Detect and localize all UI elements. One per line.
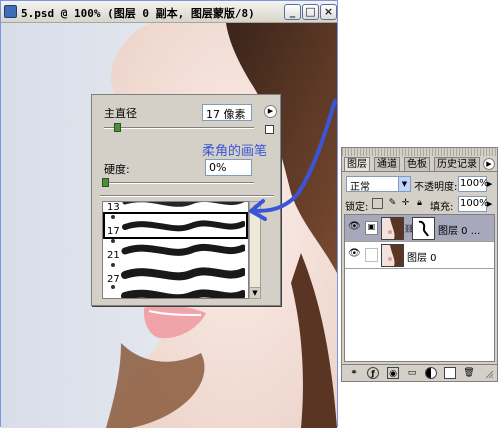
chevron-down-icon[interactable]: ▼ xyxy=(398,177,410,191)
adjustment-icon[interactable] xyxy=(425,367,437,379)
layers-bottom-bar: ⚭ ƒ ◉ ▭ 🗑︎ xyxy=(342,364,497,381)
layers-palette: 图层 通道 色板 历史记录 ▶ 正常 ▼ 不透明度: 100% ▶ 锁定: ✎ … xyxy=(341,147,498,382)
lock-all-icon[interactable]: 🔒︎ xyxy=(414,198,425,209)
mask-icon[interactable]: ◉ xyxy=(387,367,399,379)
palette-menu-icon[interactable]: ▶ xyxy=(483,158,495,170)
layer-mask-thumbnail[interactable] xyxy=(412,217,435,240)
layer-row[interactable]: 👁︎ 图层 0 xyxy=(345,242,494,269)
fill-label: 填充: xyxy=(430,202,454,213)
eye-icon[interactable]: 👁︎ xyxy=(348,249,361,259)
triangle-right-icon[interactable]: ▶ xyxy=(487,176,496,192)
tab-layers[interactable]: 图层 xyxy=(344,157,370,171)
folder-icon[interactable]: ▭ xyxy=(406,367,418,379)
opacity-field[interactable]: 100% xyxy=(458,176,489,192)
brush-icon[interactable]: ▣ xyxy=(365,221,378,235)
lock-label: 锁定: xyxy=(345,202,369,213)
triangle-right-icon[interactable]: ▶ xyxy=(487,196,496,212)
opacity-label: 不透明度: xyxy=(414,182,458,193)
layer-list[interactable]: 👁︎ ▣ ⛓︎ 图层 0 ... 👁︎ 图层 0 xyxy=(344,214,495,362)
new-layer-icon[interactable] xyxy=(444,367,456,379)
document-window: 5.psd @ 100% (图层 0 副本, 图层蒙版/8) _ □ × 主直径… xyxy=(0,0,338,428)
layer-thumbnail[interactable] xyxy=(381,244,404,267)
layer-thumbnail[interactable] xyxy=(381,217,404,240)
divider xyxy=(342,171,497,172)
tab-channels[interactable]: 通道 xyxy=(374,157,400,171)
resize-grip-icon[interactable] xyxy=(485,369,494,379)
arrow-annotation xyxy=(249,99,337,221)
link-toggle[interactable] xyxy=(365,248,378,262)
fx-icon[interactable]: ƒ xyxy=(367,367,379,379)
lock-paint-icon[interactable]: ✎ xyxy=(387,198,398,209)
tab-swatches[interactable]: 色板 xyxy=(404,157,430,171)
blend-mode-value: 正常 xyxy=(350,182,370,193)
lock-move-icon[interactable]: ✛ xyxy=(400,198,411,209)
layer-row[interactable]: 👁︎ ▣ ⛓︎ 图层 0 ... xyxy=(345,215,494,242)
tab-history[interactable]: 历史记录 xyxy=(434,157,480,171)
eye-icon[interactable]: 👁︎ xyxy=(348,222,361,232)
layer-name[interactable]: 图层 0 ... xyxy=(438,222,480,237)
blend-mode-select[interactable]: 正常 ▼ xyxy=(346,176,411,193)
trash-icon[interactable]: 🗑︎ xyxy=(463,367,475,379)
palette-grip[interactable] xyxy=(342,148,497,156)
layer-name[interactable]: 图层 0 xyxy=(407,249,437,264)
link-icon[interactable]: ⚭ xyxy=(348,367,360,379)
fill-field[interactable]: 100% xyxy=(458,196,489,212)
lock-transparency-icon[interactable] xyxy=(372,198,383,209)
